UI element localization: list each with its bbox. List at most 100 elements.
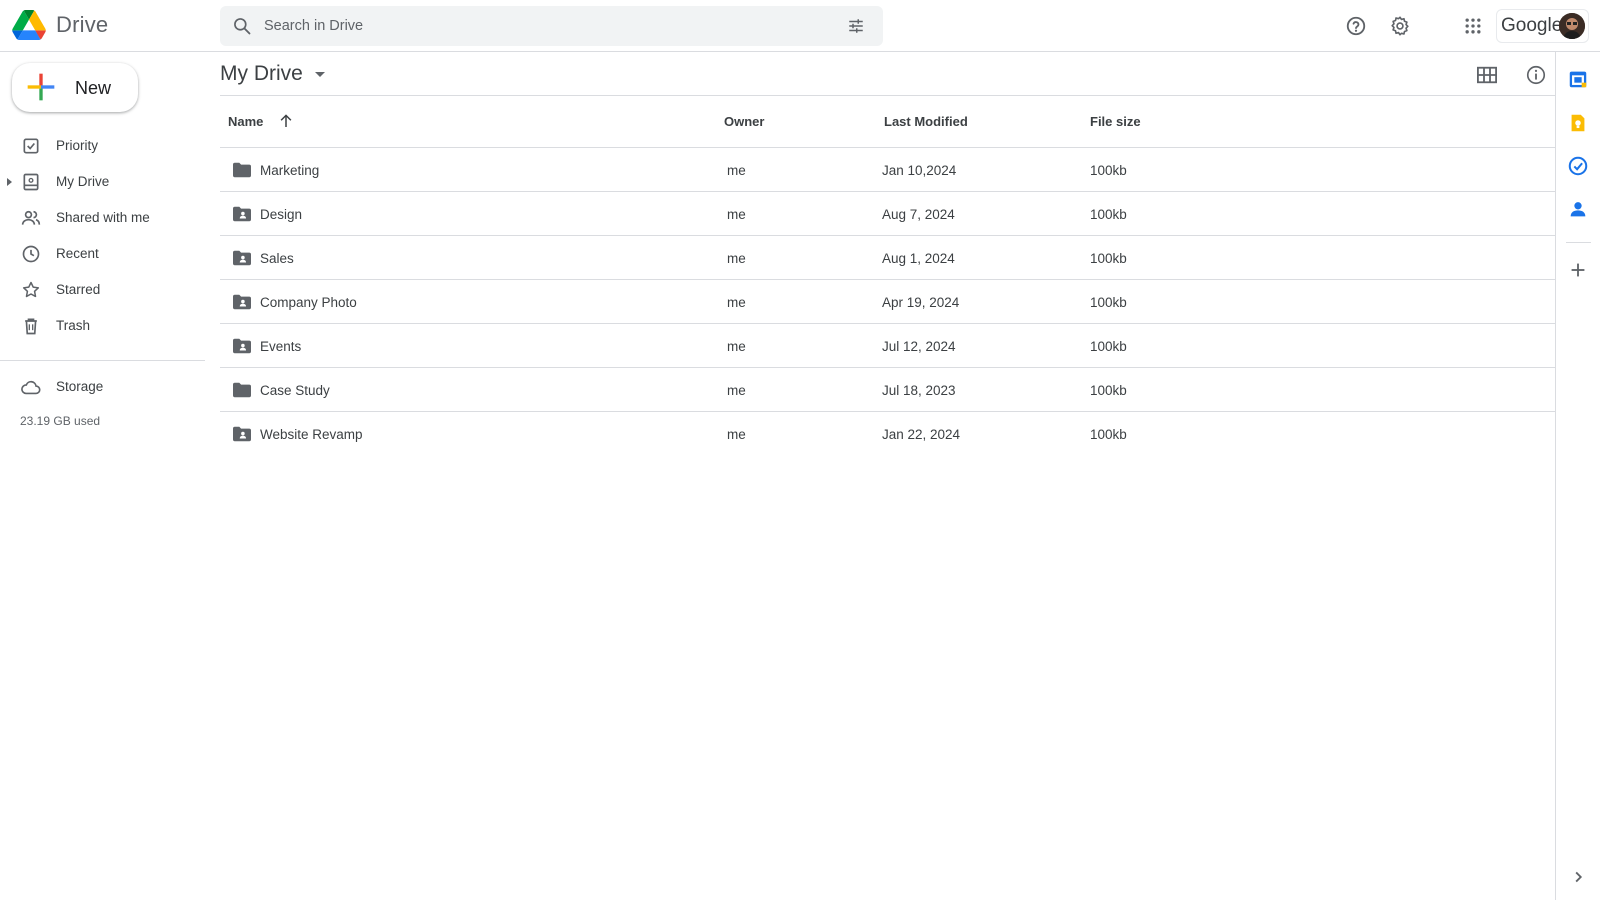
file-name: Events <box>260 339 302 354</box>
shared-icon <box>21 210 41 225</box>
side-panel-divider <box>1566 242 1591 243</box>
file-name: Marketing <box>260 163 320 178</box>
storage-used-text: 23.19 GB used <box>20 414 101 428</box>
file-size: 100kb <box>1090 383 1127 398</box>
shared-folder-icon <box>233 426 251 442</box>
star-icon <box>22 281 40 298</box>
settings-button[interactable] <box>1388 14 1412 38</box>
page-title-label: My Drive <box>220 62 303 85</box>
top-bar: Drive Search in Drive Google <box>0 0 1600 52</box>
keep-icon[interactable] <box>1567 112 1589 134</box>
shared-folder-icon <box>233 206 251 222</box>
cloud-icon <box>21 380 41 395</box>
sidebar-divider <box>0 360 205 361</box>
shared-folder-icon <box>233 338 251 354</box>
expand-caret-icon[interactable] <box>7 178 12 186</box>
table-row[interactable]: Case Study me Jul 18, 2023 100kb <box>220 368 1555 412</box>
column-header-name[interactable]: Name <box>228 114 263 129</box>
sidebar-item-label: Trash <box>56 318 91 333</box>
file-name: Design <box>260 207 303 222</box>
sidebar-item-my-drive[interactable]: My Drive <box>0 164 205 200</box>
file-owner: me <box>727 295 746 310</box>
table-row[interactable]: Sales me Aug 1, 2024 100kb <box>220 236 1555 280</box>
file-size: 100kb <box>1090 163 1127 178</box>
calendar-icon[interactable] <box>1567 68 1589 90</box>
file-modified: Aug 7, 2024 <box>882 207 955 222</box>
table-row[interactable]: Website Revamp me Jan 22, 2024 100kb <box>220 412 1555 456</box>
clock-icon <box>22 245 40 263</box>
file-size: 100kb <box>1090 339 1127 354</box>
my-drive-icon <box>23 173 39 191</box>
search-options-icon[interactable] <box>847 17 865 35</box>
file-owner: me <box>727 383 746 398</box>
sidebar-item-starred[interactable]: Starred <box>0 272 205 308</box>
file-size: 100kb <box>1090 295 1127 310</box>
file-owner: me <box>727 251 746 266</box>
app-name: Drive <box>56 12 109 37</box>
apps-grid-icon <box>1465 18 1481 34</box>
sidebar-item-label: Starred <box>56 282 101 297</box>
new-button-label: New <box>75 78 112 98</box>
folder-icon <box>233 162 251 178</box>
drive-logo[interactable]: Drive <box>12 10 108 40</box>
table-row[interactable]: Events me Jul 12, 2024 100kb <box>220 324 1555 368</box>
search-bar[interactable]: Search in Drive <box>220 6 883 46</box>
folder-icon <box>233 382 251 398</box>
column-header-last-modified[interactable]: Last Modified <box>884 114 968 129</box>
shared-folder-icon <box>233 250 251 266</box>
sidebar-item-label: Shared with me <box>56 210 150 225</box>
file-owner: me <box>727 427 746 442</box>
file-modified: Aug 1, 2024 <box>882 251 955 266</box>
sidebar-item-storage[interactable]: Storage <box>0 368 205 404</box>
new-button[interactable]: New <box>12 63 138 112</box>
file-modified: Jul 12, 2024 <box>882 339 956 354</box>
sidebar-item-label: My Drive <box>56 174 110 189</box>
shared-folder-icon <box>233 294 251 310</box>
table-row[interactable]: Marketing me Jan 10,2024 100kb <box>220 148 1555 192</box>
file-table: Name Owner Last Modified File size Marke… <box>220 96 1555 456</box>
file-owner: me <box>727 339 746 354</box>
sidebar-item-recent[interactable]: Recent <box>0 236 205 272</box>
sort-arrow-up-icon[interactable] <box>277 112 295 130</box>
file-name: Website Revamp <box>260 427 363 442</box>
side-panel <box>1555 52 1600 900</box>
file-modified: Jan 10,2024 <box>882 163 957 178</box>
trash-icon <box>25 318 37 335</box>
avatar-photo-icon <box>1559 13 1585 39</box>
table-row[interactable]: Company Photo me Apr 19, 2024 100kb <box>220 280 1555 324</box>
file-owner: me <box>727 163 746 178</box>
file-name: Case Study <box>260 383 330 398</box>
sidebar-item-priority[interactable]: Priority <box>0 128 205 164</box>
contacts-icon[interactable] <box>1567 198 1589 220</box>
file-size: 100kb <box>1090 207 1127 222</box>
search-icon[interactable] <box>232 16 252 36</box>
storage-label: Storage <box>56 379 104 394</box>
info-icon[interactable] <box>1525 64 1547 86</box>
file-modified: Apr 19, 2024 <box>882 295 960 310</box>
help-button[interactable] <box>1344 14 1368 38</box>
google-label: Google <box>1501 15 1563 36</box>
file-size: 100kb <box>1090 427 1127 442</box>
sidebar-item-shared[interactable]: Shared with me <box>0 200 205 236</box>
column-header-owner[interactable]: Owner <box>724 114 764 129</box>
new-plus-icon <box>27 73 55 101</box>
account-button[interactable]: Google <box>1496 9 1589 43</box>
chevron-right-icon[interactable] <box>1567 866 1589 888</box>
search-input[interactable]: Search in Drive <box>264 18 363 34</box>
file-modified: Jan 22, 2024 <box>882 427 961 442</box>
caret-down-icon[interactable] <box>314 71 325 77</box>
file-name: Company Photo <box>260 295 357 310</box>
sidebar-item-label: Priority <box>56 138 99 153</box>
tasks-icon[interactable] <box>1567 155 1589 177</box>
help-icon <box>1346 16 1366 36</box>
add-addon-icon[interactable] <box>1567 259 1589 281</box>
sidebar-nav: Priority My Drive Shared with me Recent … <box>0 128 205 344</box>
column-header-file-size[interactable]: File size <box>1090 114 1141 129</box>
table-row[interactable]: Design me Aug 7, 2024 100kb <box>220 192 1555 236</box>
page-title[interactable]: My Drive <box>220 62 325 86</box>
sidebar-item-trash[interactable]: Trash <box>0 308 205 344</box>
table-header: Name Owner Last Modified File size <box>220 96 1555 148</box>
apps-button[interactable] <box>1461 14 1485 38</box>
grid-view-icon[interactable] <box>1476 65 1498 85</box>
gear-icon <box>1391 16 1409 36</box>
